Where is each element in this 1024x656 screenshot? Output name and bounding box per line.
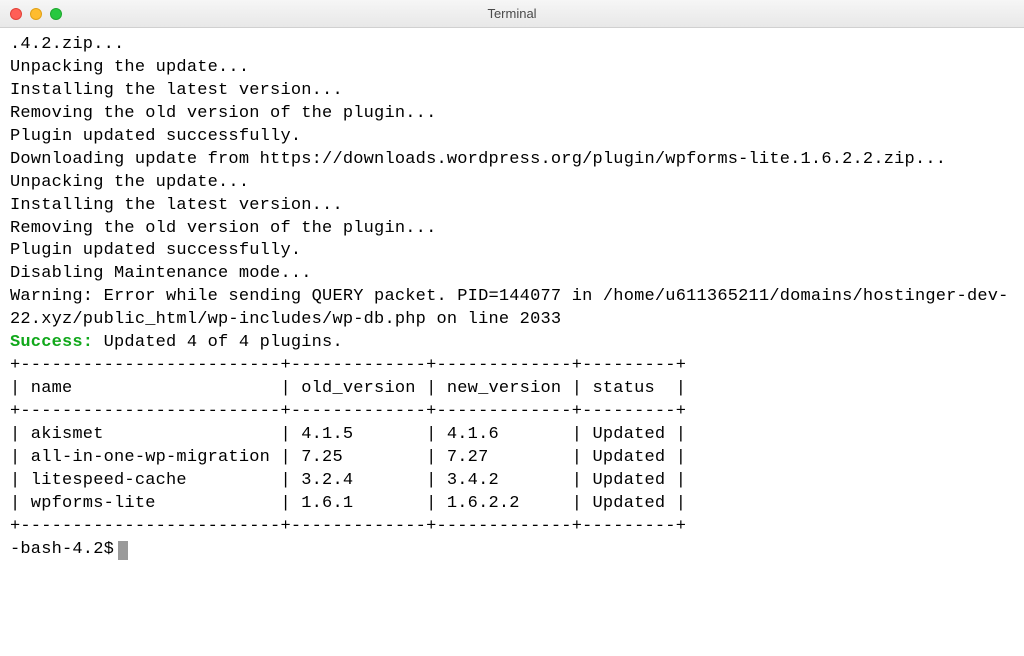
shell-prompt: -bash-4.2$ [10,539,114,562]
output-line: Plugin updated successfully. [10,241,301,260]
close-icon[interactable] [10,8,22,20]
table-border: +-------------------------+-------------… [10,517,686,536]
terminal-output[interactable]: .4.2.zip... Unpacking the update... Inst… [0,28,1024,572]
table-border: +-------------------------+-------------… [10,402,686,421]
table-row: | akismet | 4.1.5 | 4.1.6 | Updated | [10,425,686,444]
output-line: Removing the old version of the plugin..… [10,219,436,238]
table-row: | litespeed-cache | 3.2.4 | 3.4.2 | Upda… [10,471,686,490]
window-titlebar: Terminal [0,0,1024,28]
output-line: Plugin updated successfully. [10,127,301,146]
output-line: Disabling Maintenance mode... [10,264,312,283]
output-line: Installing the latest version... [10,81,343,100]
window-title: Terminal [0,6,1024,21]
cursor-icon[interactable] [118,541,128,560]
output-line: .4.2.zip... [10,35,124,54]
minimize-icon[interactable] [30,8,42,20]
success-message: Updated 4 of 4 plugins. [93,333,343,352]
success-label: Success: [10,333,93,352]
output-line: Unpacking the update... [10,58,249,77]
output-line: Unpacking the update... [10,173,249,192]
table-row: | wpforms-lite | 1.6.1 | 1.6.2.2 | Updat… [10,494,686,513]
table-border: +-------------------------+-------------… [10,356,686,375]
traffic-lights [0,8,62,20]
output-line: Warning: Error while sending QUERY packe… [10,287,1009,329]
output-line: Installing the latest version... [10,196,343,215]
maximize-icon[interactable] [50,8,62,20]
output-line: Removing the old version of the plugin..… [10,104,436,123]
table-row: | all-in-one-wp-migration | 7.25 | 7.27 … [10,448,686,467]
output-line: Downloading update from https://download… [10,150,946,169]
table-header: | name | old_version | new_version | sta… [10,379,686,398]
